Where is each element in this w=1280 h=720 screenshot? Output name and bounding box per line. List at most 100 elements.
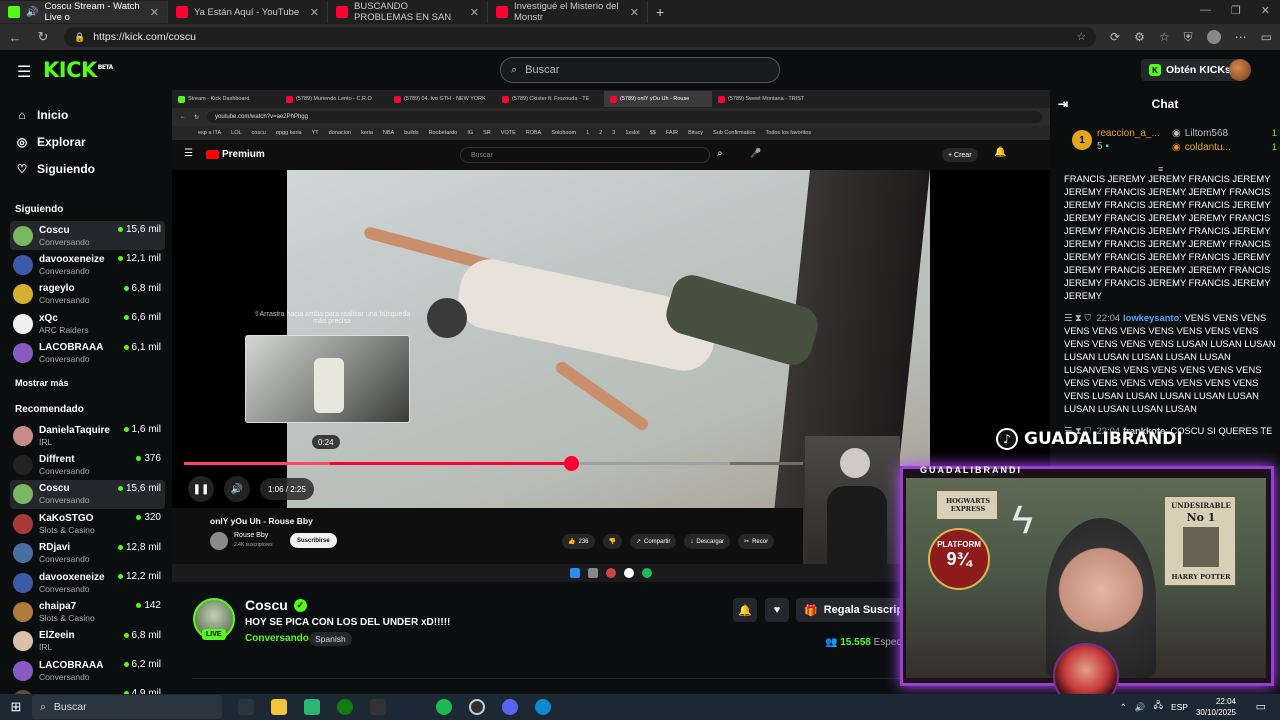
lightning-bolt-icon: ϟ [1012,498,1034,542]
streamer-name[interactable]: Coscu [245,597,288,613]
network-icon[interactable]: 🖧 [1153,700,1162,714]
viewer-count: 👥 15.558 Espec [825,637,901,648]
sidebar-channel[interactable]: chaipa7 Slots & Casino 142 [10,597,165,626]
sidebar-channel[interactable]: Coscu Conversando 15,6 mil [10,221,165,251]
edge-icon[interactable] [535,699,551,715]
captured-bookmark: Roobetardo [428,130,458,136]
taskview-icon[interactable] [238,699,254,715]
yt-mic-icon: 🎤 [750,148,762,158]
volume-icon[interactable]: 🔊 [1135,702,1146,713]
pause-icon[interactable]: ❚❚ [188,476,214,502]
follow-button[interactable]: ♥ [765,598,789,622]
new-tab-button[interactable]: + [648,1,672,23]
clock[interactable]: 22:04 30/10/2025 [1196,696,1236,718]
xbox-icon[interactable] [337,699,353,715]
language-tag[interactable]: Spanish [309,632,352,646]
app-icon[interactable] [304,699,320,715]
youtube-header: ☰ Premium Buscar ⌕ 🎤 + Crear 🔔 [172,140,1050,170]
more-icon[interactable]: ⋯ [1235,30,1247,44]
chevron-up-icon[interactable]: ⌃ [1120,702,1127,713]
browser-tab-youtube-1[interactable]: Ya Están Aquí - YouTube ✕ [168,1,328,23]
close-icon[interactable]: ✕ [470,6,479,19]
notify-button[interactable]: 🔔 [733,598,757,622]
menu-icon[interactable]: ☰ [17,62,31,82]
poster-hogwarts: HOGWARTS EXPRESS [936,490,998,520]
browser-tab-youtube-3[interactable]: Investigué el Misterio del Monstr ✕ [488,1,648,23]
left-sidebar: ⌂ Inicio ◎ Explorar ♡ Siguiendo Siguiendo C… [0,90,172,694]
extensions-icon[interactable]: ⚙ [1134,30,1145,44]
live-badge: LIVE [202,629,226,640]
user-avatar[interactable] [1229,59,1251,81]
back-icon[interactable]: ← [8,30,22,45]
browser-tab-kick[interactable]: 🔊 Coscu Stream - Watch Live o ✕ [0,1,168,23]
shield-icon[interactable]: ⛨ [1184,30,1193,45]
get-kicks-button[interactable]: K Obtén KICKs [1141,59,1239,81]
refresh-icon[interactable]: ⟳ [1110,30,1120,44]
gifter-row[interactable]: ◉ coldantu... 1 [1172,142,1277,153]
star-icon[interactable]: ☆ [1077,31,1086,43]
yt-create-button: + Crear [942,148,978,162]
favorites-icon[interactable]: ☆ [1159,30,1170,44]
nav-explorar[interactable]: ◎ Explorar [16,128,172,155]
sidebar-channel[interactable]: RDjavi Conversando 12,8 mil [10,539,165,568]
viewer-count: 376 [144,453,161,465]
sidebar-channel[interactable]: davooxeneize Conversando 12,1 mil [10,250,165,279]
sidebar-channel[interactable]: ElZeein IRL 6,8 mil [10,627,165,656]
poster-photo [1183,527,1219,567]
url-field[interactable]: 🔒 https://kick.com/coscu ☆ [64,27,1097,47]
nav-siguiendo[interactable]: ♡ Siguiendo [16,155,172,182]
windows-start-icon[interactable]: ⊞ [0,694,32,720]
taskbar-search[interactable]: ⌕ Buscar [32,695,222,719]
discord-icon[interactable] [502,699,518,715]
minimize-icon[interactable]: — [1200,4,1211,17]
close-icon[interactable]: ✕ [150,6,159,19]
sidebar-channel[interactable]: Coscu Conversando 15,6 mil [10,479,165,510]
gift-sub-button[interactable]: 🎁 Regala Suscrip [796,598,902,622]
nav-inicio[interactable]: ⌂ Inicio [16,101,172,128]
search-input[interactable]: ⌕ Buscar [500,57,780,83]
captured-bookmark: FAIR [665,130,679,136]
epic-games-icon[interactable] [370,699,386,715]
maximize-icon[interactable]: ❐ [1231,4,1241,17]
file-explorer-icon[interactable] [271,699,287,715]
kick-logo[interactable]: KICKBETA [43,58,113,82]
speaker-icon[interactable]: 🔊 [26,7,38,18]
steam-icon[interactable] [403,699,419,715]
close-icon[interactable]: ✕ [310,6,319,19]
progress-bar[interactable] [184,456,819,471]
live-dot-icon [123,632,129,638]
spotify-icon[interactable] [436,699,452,715]
notification-icon[interactable]: ▭ [1256,700,1266,713]
youtube-favicon-icon [718,95,725,103]
sidebar-channel[interactable]: LACOBRAAA Conversando 6,1 mil [10,339,165,368]
stream-category[interactable]: Conversando [245,633,309,644]
gifter-row[interactable]: ◉ Liltom568 1 [1172,128,1277,139]
sidebar-channel[interactable]: DanielaTaquire IRL 1,6 mil [10,421,165,450]
captured-bookmark: LOL [231,130,242,136]
yt-dislike-button: 👎 [602,534,622,549]
sidebar-channel[interactable]: LACOBRAAA Conversando 6,2 mil [10,656,165,685]
close-window-icon[interactable]: ✕ [1261,4,1270,17]
reload-icon[interactable]: ↻ [36,29,50,45]
sidebar-channel[interactable]: rageylo Conversando 6,8 mil [10,280,165,309]
sidebar-channel[interactable]: ElMacarius4,9 mil [10,685,165,694]
browser-tab-youtube-2[interactable]: BUSCANDO PROBLEMAS EN SAN ✕ [328,1,488,23]
collapse-chat-icon[interactable]: ⇥ [1058,97,1068,111]
sidebar-channel[interactable]: Diffrent Conversando 376 [10,450,165,479]
kick-header: ☰ KICKBETA ⌕ Buscar K Obtén KICKs [0,50,1280,90]
sidebar-channel[interactable]: KaKoSTGO Slots & Casino 320 [10,509,165,538]
volume-icon[interactable]: 🔊 [224,476,250,502]
profile-icon[interactable] [1206,30,1221,44]
tiktok-overlay: ♪ GUADALIBRANDI [996,428,1183,450]
channel-avatar [13,313,33,334]
obs-icon[interactable] [469,699,485,715]
show-more-link[interactable]: Mostrar más [15,378,172,388]
sidebar-icon[interactable]: ▭ [1261,30,1272,44]
close-icon[interactable]: ✕ [630,6,639,19]
language-indicator[interactable]: ESP [1171,702,1188,712]
sidebar-channel[interactable]: xQc ARC Raiders 6,6 mil [10,309,165,338]
chat-username[interactable]: lowkeysanto [1123,312,1179,323]
top-gifter-name[interactable]: reaccion_a_... [1097,128,1160,139]
viewer-count: 12,2 mil [125,570,161,582]
sidebar-channel[interactable]: davooxeneize Conversando 12,2 mil [10,568,165,597]
